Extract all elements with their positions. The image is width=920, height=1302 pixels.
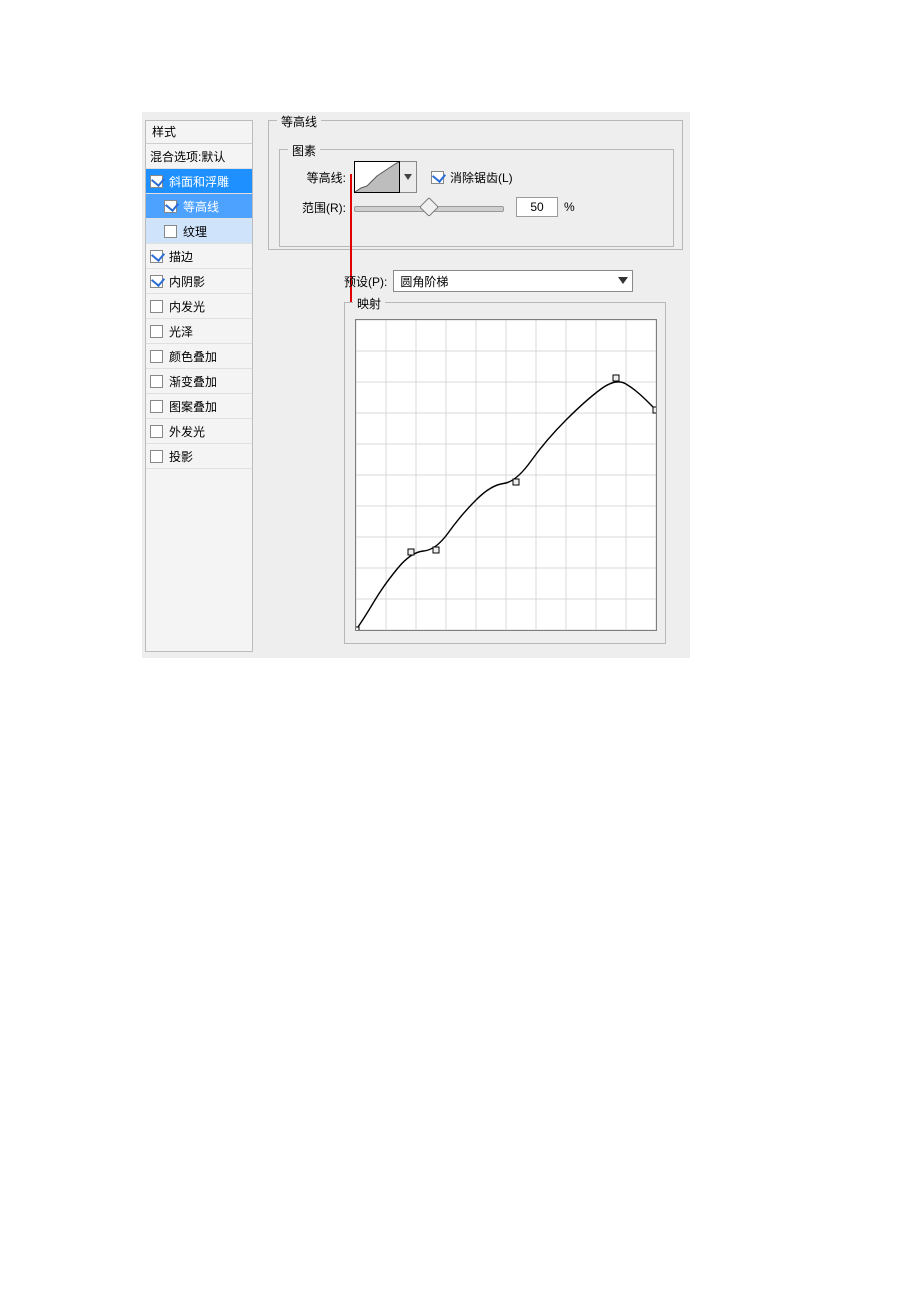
sidebar-item-12[interactable]: 投影	[146, 444, 252, 469]
range-value-input[interactable]: 50	[516, 197, 558, 217]
sidebar-item-4[interactable]: 描边	[146, 244, 252, 269]
range-slider[interactable]	[354, 198, 504, 216]
curve-anchor[interactable]	[513, 479, 519, 485]
group-elements: 图素 等高线:	[279, 149, 674, 247]
curve-anchor[interactable]	[356, 627, 359, 630]
curve-anchor[interactable]	[653, 407, 656, 413]
layer-style-panel: 样式 混合选项:默认斜面和浮雕等高线纹理描边内阴影内发光光泽颜色叠加渐变叠加图案…	[142, 112, 690, 658]
sidebar-item-label: 外发光	[169, 423, 248, 440]
group-contour-title: 等高线	[277, 113, 321, 130]
sidebar-item-label: 描边	[169, 248, 248, 265]
sidebar-item-1[interactable]: 斜面和浮雕	[146, 169, 252, 194]
stage: 样式 混合选项:默认斜面和浮雕等高线纹理描边内阴影内发光光泽颜色叠加渐变叠加图案…	[0, 0, 920, 1302]
styles-list: 样式 混合选项:默认斜面和浮雕等高线纹理描边内阴影内发光光泽颜色叠加渐变叠加图案…	[145, 120, 253, 652]
sidebar-item-0[interactable]: 混合选项:默认	[146, 144, 252, 169]
sidebar-item-label: 等高线	[183, 198, 248, 215]
sidebar-item-8[interactable]: 颜色叠加	[146, 344, 252, 369]
sidebar-item-label: 渐变叠加	[169, 373, 248, 390]
sidebar-item-label: 内发光	[169, 298, 248, 315]
sidebar-item-6[interactable]: 内发光	[146, 294, 252, 319]
sidebar-item-11[interactable]: 外发光	[146, 419, 252, 444]
right-pane: 等高线 图素 等高线:	[268, 112, 683, 652]
curve-anchor[interactable]	[613, 375, 619, 381]
styles-header: 样式	[146, 121, 252, 144]
contour-row: 等高线:	[290, 162, 663, 192]
group-mapping-title: 映射	[353, 295, 385, 312]
sidebar-item-5[interactable]: 内阴影	[146, 269, 252, 294]
preset-label: 预设(P):	[344, 273, 387, 290]
sidebar-item-9[interactable]: 渐变叠加	[146, 369, 252, 394]
curve-anchor[interactable]	[408, 549, 414, 555]
sidebar-item-checkbox[interactable]	[150, 175, 163, 188]
contour-label: 等高线:	[290, 169, 346, 186]
sidebar-item-10[interactable]: 图案叠加	[146, 394, 252, 419]
contour-dropdown-button[interactable]	[400, 161, 417, 193]
sidebar-item-checkbox[interactable]	[150, 425, 163, 438]
sidebar-item-checkbox[interactable]	[164, 225, 177, 238]
antialias-checkbox[interactable]	[431, 171, 444, 184]
group-mapping: 映射	[344, 302, 666, 644]
sidebar-item-checkbox[interactable]	[150, 250, 163, 263]
curve-canvas	[356, 320, 656, 630]
group-contour: 等高线 图素 等高线:	[268, 120, 683, 250]
sidebar-item-checkbox[interactable]	[150, 325, 163, 338]
sidebar-item-7[interactable]: 光泽	[146, 319, 252, 344]
sidebar-item-checkbox[interactable]	[164, 200, 177, 213]
range-row: 范围(R): 50 %	[290, 192, 663, 222]
range-unit: %	[564, 200, 575, 214]
sidebar-item-label: 斜面和浮雕	[169, 173, 248, 190]
sidebar-item-checkbox[interactable]	[150, 400, 163, 413]
antialias-label[interactable]: 消除锯齿(L)	[450, 169, 513, 186]
sidebar-item-checkbox[interactable]	[150, 350, 163, 363]
sidebar-item-checkbox[interactable]	[150, 300, 163, 313]
sidebar-item-3[interactable]: 纹理	[146, 219, 252, 244]
sidebar-item-label: 颜色叠加	[169, 348, 248, 365]
preset-dropdown[interactable]: 圆角阶梯	[393, 270, 633, 292]
sidebar-item-checkbox[interactable]	[150, 450, 163, 463]
slider-thumb[interactable]	[419, 197, 439, 217]
sidebar-item-checkbox[interactable]	[150, 275, 163, 288]
range-label: 范围(R):	[290, 199, 346, 216]
sidebar-item-label: 纹理	[183, 223, 248, 240]
sidebar-item-2[interactable]: 等高线	[146, 194, 252, 219]
sidebar-item-label: 图案叠加	[169, 398, 248, 415]
preset-value: 圆角阶梯	[400, 273, 448, 290]
group-elements-title: 图素	[288, 142, 320, 159]
preset-row: 预设(P): 圆角阶梯	[344, 270, 633, 292]
curve-anchor[interactable]	[433, 547, 439, 553]
contour-preview-button[interactable]	[354, 161, 400, 193]
sidebar-item-label: 投影	[169, 448, 248, 465]
chevron-down-icon	[618, 277, 628, 285]
curve-editor[interactable]	[355, 319, 657, 631]
sidebar-item-label: 光泽	[169, 323, 248, 340]
sidebar-item-checkbox[interactable]	[150, 375, 163, 388]
sidebar-item-label: 混合选项:默认	[150, 148, 248, 165]
sidebar-item-label: 内阴影	[169, 273, 248, 290]
